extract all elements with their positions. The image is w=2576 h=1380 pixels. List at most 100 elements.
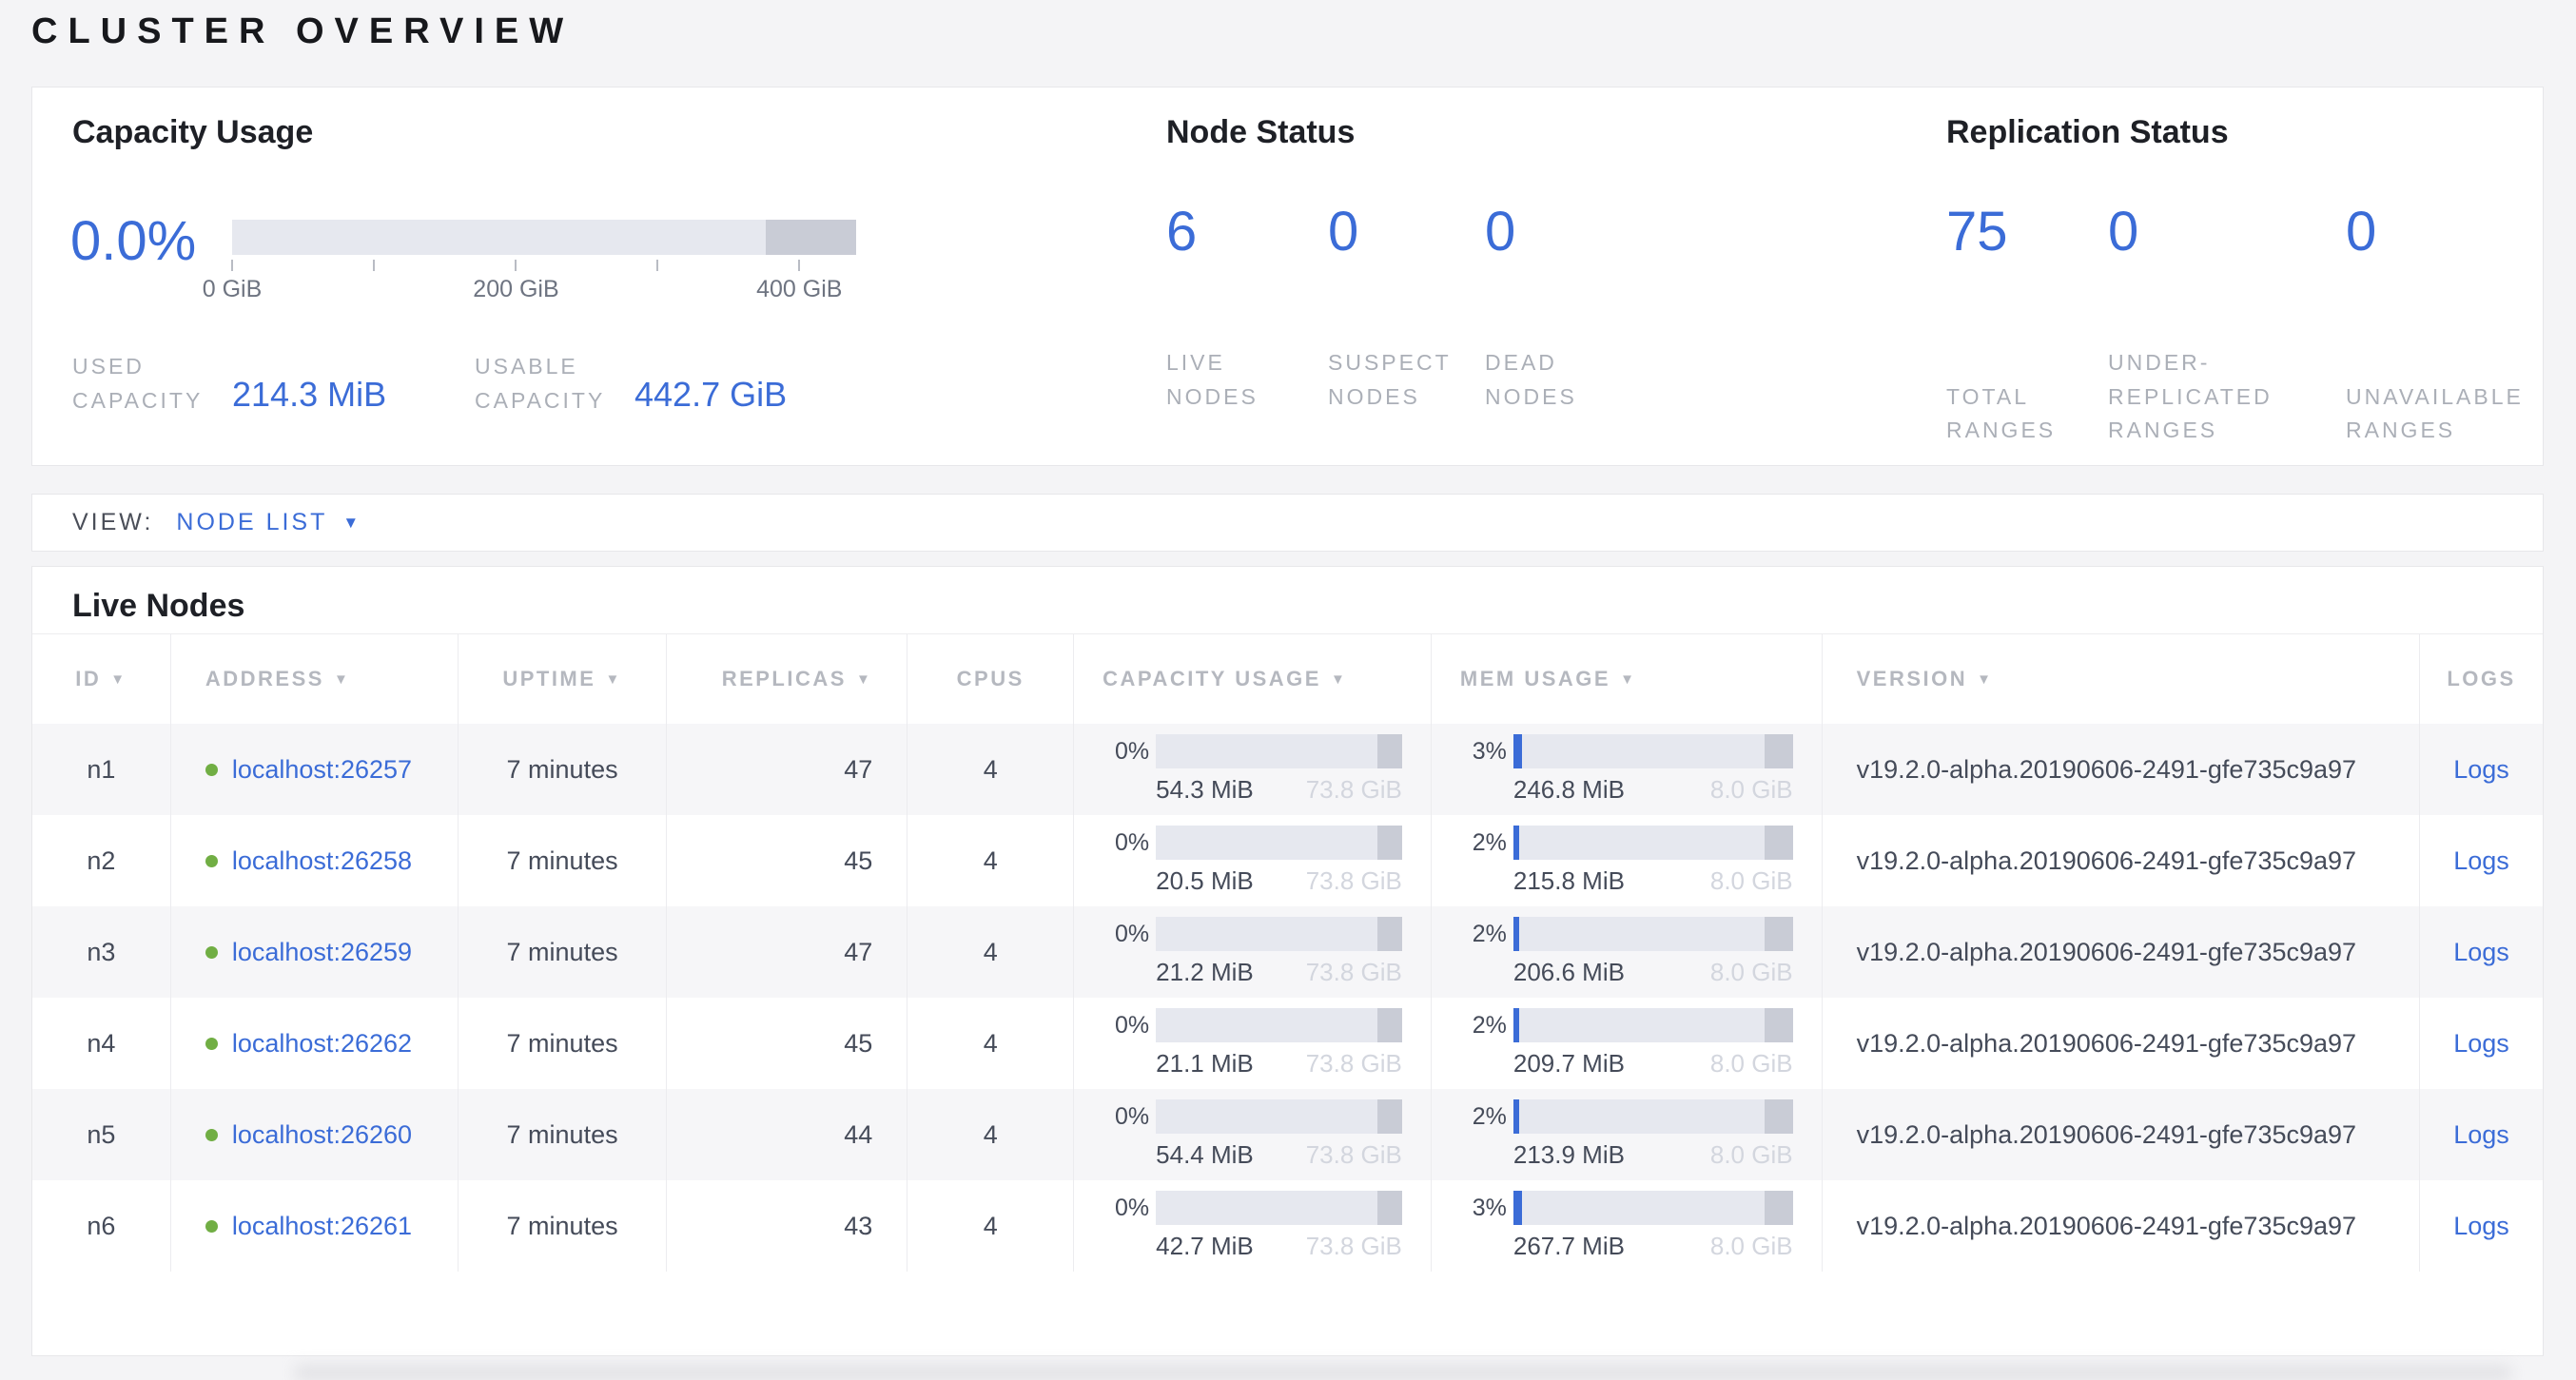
table-row: n5 localhost:26260 7 minutes 44 4 0% 54.… xyxy=(32,1089,2543,1180)
mem-percent: 2% xyxy=(1460,921,1513,948)
node-replicas-cell: 47 xyxy=(667,724,907,815)
mem-used-value: 267.7 MiB xyxy=(1513,1232,1625,1261)
node-status-values: 6 0 0 xyxy=(1166,200,1694,263)
column-header-address[interactable]: ADDRESS▼ xyxy=(171,634,459,724)
column-header-cpus: CPUS xyxy=(907,634,1074,724)
node-address-link[interactable]: localhost:26258 xyxy=(232,846,412,876)
node-logs-link[interactable]: Logs xyxy=(2453,846,2509,876)
capacity-bar-reserved-segment xyxy=(766,220,856,255)
view-dropdown[interactable]: NODE LIST ▼ xyxy=(176,509,361,536)
node-replicas: 43 xyxy=(844,1212,872,1241)
node-live-status-icon xyxy=(205,1038,218,1050)
mem-bar-reserved xyxy=(1765,1008,1792,1042)
column-header-id[interactable]: ID▼ xyxy=(32,634,171,724)
capacity-bar-reserved xyxy=(1377,1099,1402,1134)
table-row: n2 localhost:26258 7 minutes 45 4 0% 20.… xyxy=(32,815,2543,906)
node-address-link[interactable]: localhost:26260 xyxy=(232,1120,412,1150)
capacity-bar xyxy=(1156,1008,1402,1042)
under-replicated-ranges-label: UNDER- REPLICATED RANGES xyxy=(2108,346,2346,448)
mem-percent: 2% xyxy=(1460,1103,1513,1131)
node-logs-link[interactable]: Logs xyxy=(2453,938,2509,967)
mem-usage-cell: 2% 209.7 MiB 8.0 GiB xyxy=(1432,998,1823,1089)
mem-bar-reserved xyxy=(1765,734,1792,768)
node-status-heading: Node Status xyxy=(1166,114,1355,151)
axis-tick xyxy=(373,260,375,271)
axis-tick xyxy=(231,260,233,271)
node-address-link[interactable]: localhost:26259 xyxy=(232,938,412,967)
node-replicas: 44 xyxy=(844,1120,872,1150)
mem-bar xyxy=(1513,1008,1793,1042)
node-version: v19.2.0-alpha.20190606-2491-gfe735c9a97 xyxy=(1857,1120,2356,1150)
total-ranges-count: 75 xyxy=(1946,200,2108,263)
column-header-label: CPUS xyxy=(957,667,1025,691)
node-id: n6 xyxy=(87,1212,115,1241)
node-logs-link[interactable]: Logs xyxy=(2453,1120,2509,1150)
mem-usage-cell: 2% 215.8 MiB 8.0 GiB xyxy=(1432,815,1823,906)
suspect-nodes-label: SUSPECT NODES xyxy=(1328,346,1485,414)
table-row: n1 localhost:26257 7 minutes 47 4 0% 54.… xyxy=(32,724,2543,815)
view-label: VIEW: xyxy=(72,509,153,536)
node-uptime-cell: 7 minutes xyxy=(459,998,668,1089)
capacity-percent: 0% xyxy=(1103,829,1156,857)
under-replicated-ranges-count: 0 xyxy=(2108,200,2346,263)
column-header-capacity[interactable]: CAPACITY USAGE▼ xyxy=(1074,634,1432,724)
node-cpus-cell: 4 xyxy=(907,1180,1074,1272)
mem-bar-reserved xyxy=(1765,1099,1792,1134)
mem-usage-cell: 3% 267.7 MiB 8.0 GiB xyxy=(1432,1180,1823,1272)
usable-capacity-value: 442.7 GiB xyxy=(634,375,787,418)
column-header-replicas[interactable]: REPLICAS ▼ xyxy=(667,634,907,724)
mem-bar xyxy=(1513,826,1793,860)
sort-desc-icon: ▼ xyxy=(605,671,621,688)
capacity-max-value: 73.8 GiB xyxy=(1306,958,1402,987)
node-live-status-icon xyxy=(205,855,218,867)
column-header-label: ID xyxy=(75,667,101,691)
node-id: n4 xyxy=(87,1029,115,1059)
suspect-nodes-count: 0 xyxy=(1328,200,1485,263)
capacity-axis-ticks xyxy=(232,255,856,272)
table-row: n6 localhost:26261 7 minutes 43 4 0% 42.… xyxy=(32,1180,2543,1272)
node-logs-link[interactable]: Logs xyxy=(2453,1212,2509,1241)
node-replicas: 47 xyxy=(844,755,872,785)
capacity-usage-cell: 0% 21.1 MiB 73.8 GiB xyxy=(1074,998,1432,1089)
column-header-mem[interactable]: MEM USAGE▼ xyxy=(1432,634,1823,724)
capacity-bar xyxy=(1156,1099,1402,1134)
node-version: v19.2.0-alpha.20190606-2491-gfe735c9a97 xyxy=(1857,1212,2356,1241)
mem-max-value: 8.0 GiB xyxy=(1710,1140,1793,1170)
capacity-max-value: 73.8 GiB xyxy=(1306,1232,1402,1261)
sort-desc-icon: ▼ xyxy=(856,671,872,688)
node-address-link[interactable]: localhost:26262 xyxy=(232,1029,412,1059)
live-nodes-count: 6 xyxy=(1166,200,1328,263)
node-version-cell: v19.2.0-alpha.20190606-2491-gfe735c9a97 xyxy=(1823,998,2421,1089)
node-address-link[interactable]: localhost:26257 xyxy=(232,755,412,785)
capacity-bar-reserved xyxy=(1377,826,1402,860)
capacity-bar xyxy=(1156,917,1402,951)
node-uptime: 7 minutes xyxy=(507,938,618,967)
column-header-label: UPTIME xyxy=(502,667,595,691)
node-live-status-icon xyxy=(205,1129,218,1141)
mem-max-value: 8.0 GiB xyxy=(1710,1232,1793,1261)
node-version: v19.2.0-alpha.20190606-2491-gfe735c9a97 xyxy=(1857,755,2356,785)
column-header-version[interactable]: VERSION▼ xyxy=(1823,634,2421,724)
node-cpus-cell: 4 xyxy=(907,998,1074,1089)
node-logs-link[interactable]: Logs xyxy=(2453,755,2509,785)
mem-used-value: 215.8 MiB xyxy=(1513,866,1625,896)
node-logs-link[interactable]: Logs xyxy=(2453,1029,2509,1059)
column-header-uptime[interactable]: UPTIME ▼ xyxy=(459,634,668,724)
mem-bar-reserved xyxy=(1765,1191,1792,1225)
capacity-usage-cell: 0% 42.7 MiB 73.8 GiB xyxy=(1074,1180,1432,1272)
node-cpus: 4 xyxy=(984,1120,998,1150)
cluster-summary-panel: Capacity Usage 0.0% 0 GiB200 GiB400 GiB … xyxy=(31,87,2544,466)
capacity-used-value: 20.5 MiB xyxy=(1156,866,1254,896)
node-address-link[interactable]: localhost:26261 xyxy=(232,1212,412,1241)
live-nodes-table: ID▼ADDRESS▼UPTIME▼REPLICAS▼CPUSCAPACITY … xyxy=(32,633,2543,1272)
capacity-max-value: 73.8 GiB xyxy=(1306,775,1402,805)
mem-max-value: 8.0 GiB xyxy=(1710,866,1793,896)
node-uptime: 7 minutes xyxy=(507,846,618,876)
mem-max-value: 8.0 GiB xyxy=(1710,958,1793,987)
triangle-down-icon: ▼ xyxy=(342,514,361,533)
column-header-label: REPLICAS xyxy=(722,667,847,691)
node-status-labels: LIVE NODES SUSPECT NODES DEAD NODES xyxy=(1166,346,1694,414)
sort-desc-icon: ▼ xyxy=(1977,671,1993,688)
capacity-bar-reserved xyxy=(1377,1008,1402,1042)
capacity-stats: USED CAPACITY 214.3 MiB USABLE CAPACITY … xyxy=(72,350,787,418)
